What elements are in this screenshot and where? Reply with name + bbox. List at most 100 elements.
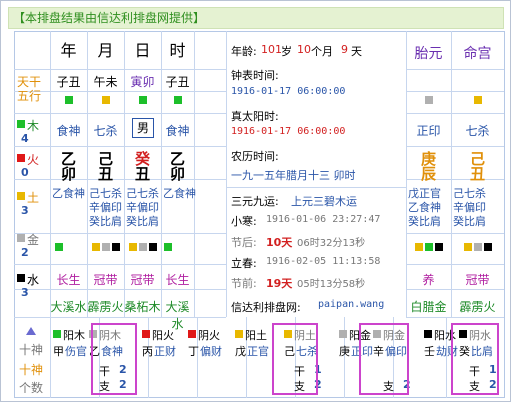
bottom-0-sub2: 伤官 [65,345,87,358]
bottom-2-dot [142,330,150,338]
pillar-0-dot [64,96,73,104]
info-jiehou-label: 节后: [231,236,257,249]
grid-line [406,91,504,92]
bottom-0-top: 阳木 [63,329,85,342]
grid-line [14,69,226,70]
pillar-1-top: 午未 [93,75,118,89]
info-lunar-label: 农历时间: [231,150,279,163]
bottom-4-top: 阳土 [245,329,267,342]
grid-line [406,69,504,70]
info-site-label: 信达利排盘网: [231,301,301,314]
bottom-4-sub2: 正官 [247,345,269,358]
pillar-1-dot [101,96,110,104]
pillar-1-stage: 冠带 [93,273,118,287]
grid-line [14,233,226,234]
info-clock-val: 1916-01-17 06:00:00 [231,86,346,97]
pillar-0-shen: 食神 [56,124,81,138]
label-wuxing: 五行 [17,89,42,103]
minggong-dot [473,96,482,104]
highlight-box-0 [91,323,137,395]
minggong-dot2-0 [463,243,472,251]
bottom-0-sub1: 甲 [53,345,64,358]
pillar-1-dot2-2 [111,243,120,251]
element-dot-1 [17,154,25,162]
gender-box: 男 [132,118,154,138]
grid-line [14,91,226,92]
info-sanyuan-val: 上元三碧木运 [291,195,357,208]
pillar-3-top: 子丑 [165,75,190,89]
highlight-box-3 [451,323,499,395]
element-count-3: 2 [21,246,29,259]
info-jiehou-d: 10天 [266,236,293,249]
element-dot-3 [17,234,25,242]
info-age_m: 10 [297,43,311,56]
taiyuan-dot [424,96,433,104]
bottom-3-dot [188,330,196,338]
grid-line [406,317,504,318]
grid-line [406,233,504,234]
header-hour: 时 [169,41,186,60]
bottom-2-top: 阳火 [152,329,174,342]
info-clock-label: 钟表时间: [231,69,279,82]
pillar-0-stage: 长生 [56,273,81,287]
info-jiehou-rest: 06时32分13秒 [297,238,366,249]
minggong-shen: 七杀 [465,124,490,138]
info-xiaohan-label: 小寒: [231,215,257,228]
element-dot-0 [17,120,25,128]
pillar-1-nayin: 霹雳火 [87,300,124,314]
grid-line [14,264,226,265]
header-year: 年 [60,41,77,60]
bottom-4-dot [235,330,243,338]
pillar-0-zhi: 卯 [60,165,76,183]
pillar-1-hidden-2: 癸比肩 [89,215,122,228]
info-age_m_unit: 个月 [311,45,333,58]
pillar-0-top: 子丑 [56,75,81,89]
grid-line [50,317,51,398]
element-count-4: 3 [21,286,29,299]
info-jieqian-rest: 05时13分58秒 [297,279,366,290]
bottom-2-sub1: 丙 [142,345,153,358]
triangle-icon [26,327,36,335]
minggong-nayin: 霹雳火 [459,300,496,314]
grid-line [226,187,406,188]
info-jieqian-d: 19天 [266,277,293,290]
taiyuan-nayin: 白腊金 [410,300,447,314]
info-lichun-val: 1916-02-05 11:13:58 [266,256,381,267]
element-name-4: 水 [27,273,40,287]
pillar-2-dot2-2 [148,243,157,251]
pillar-3-zhi: 卯 [169,165,185,183]
bottom-8-sub1: 壬 [424,345,435,358]
label-shishen2: 十神 [19,363,44,377]
minggong-dot2-1 [473,243,482,251]
grid-line [14,113,226,114]
minggong-hidden-2: 癸比肩 [453,215,486,228]
pillar-2-nayin: 桑柘木 [124,300,161,314]
pillar-3-hidden-0: 乙食神 [163,187,196,200]
page-header: 【本排盘结果由信达利排盘网提供】 [8,7,504,29]
pillar-2-hidden-2: 癸比肩 [126,215,159,228]
grid-line [406,113,504,114]
pillar-2-zhi: 丑 [134,165,150,183]
header-minggong: 命宫 [463,46,492,62]
minggong-stage: 冠带 [465,273,490,287]
info-lichun-label: 立春: [231,257,257,270]
element-name-2: 土 [27,191,40,205]
grid-line [406,289,504,290]
pillar-3-shen: 食神 [165,124,190,138]
pillar-0-hidden-0: 乙食神 [52,187,85,200]
pillar-0-nayin: 大溪水 [50,300,87,314]
taiyuan-dot2-2 [434,243,443,251]
grid-line [226,31,227,317]
grid-line [406,264,504,265]
pillar-3-stage: 长生 [165,273,190,287]
grid-line [14,146,226,147]
pillar-1-shen: 七杀 [93,124,118,138]
pillar-2-stage: 冠带 [130,273,155,287]
minggong-zhi: 丑 [469,165,485,183]
header-taiyuan: 胎元 [414,46,443,62]
bottom-3-top: 阴火 [198,329,220,342]
pillar-1-dot2-0 [91,243,100,251]
bottom-8-dot [424,330,432,338]
bottom-3-sub1: 丁 [188,345,199,358]
info-xiaohan-val: 1916-01-06 23:27:47 [266,214,381,225]
